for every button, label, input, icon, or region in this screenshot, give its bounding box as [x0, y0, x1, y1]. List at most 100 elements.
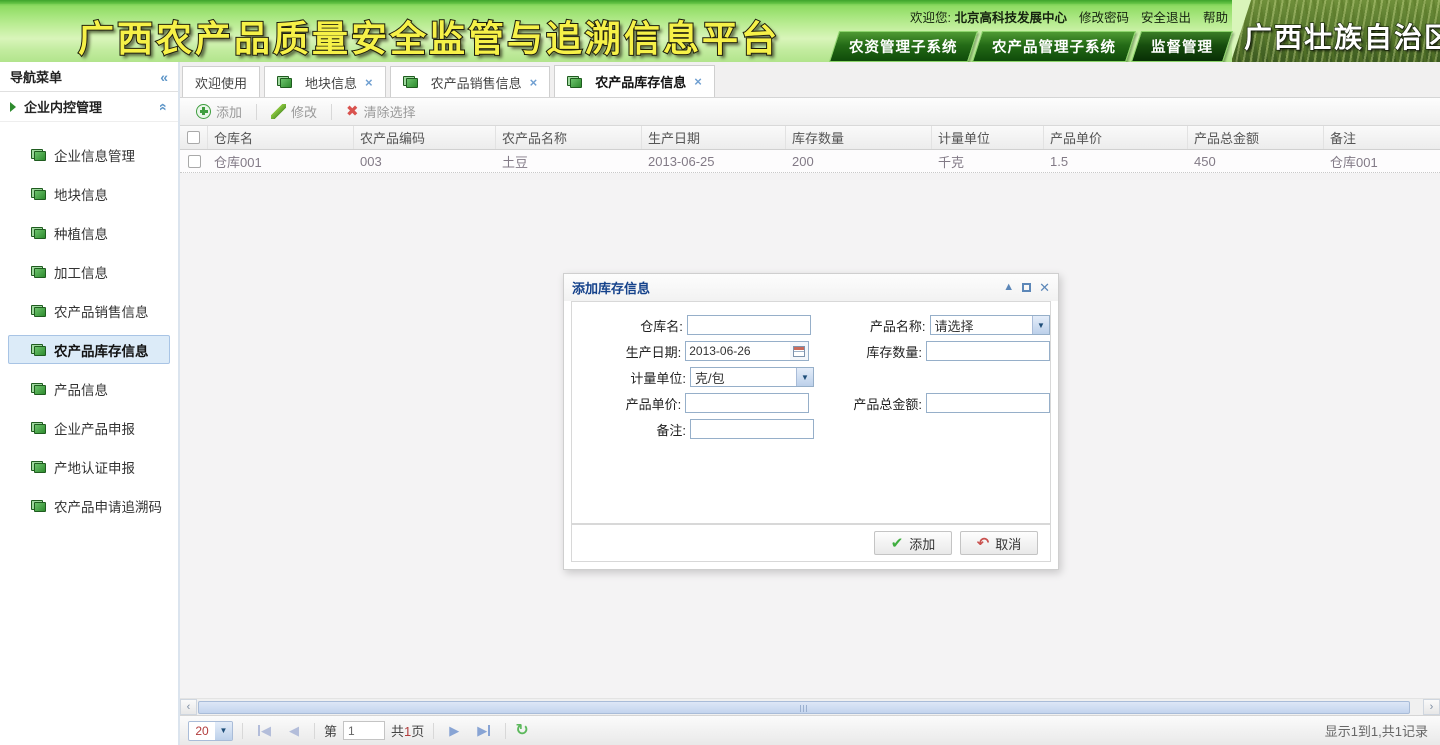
page-total-label: 共1页: [391, 721, 424, 740]
row-checkbox[interactable]: [188, 155, 201, 168]
tab-sales-info[interactable]: 农产品销售信息×: [390, 66, 551, 97]
column-header[interactable]: 计量单位: [932, 126, 1044, 149]
cell-warehouse: 仓库001: [208, 150, 354, 172]
tab-plot-info[interactable]: 地块信息×: [264, 66, 386, 97]
form-row: 备注:: [572, 416, 1050, 442]
calendar-button[interactable]: [790, 342, 808, 360]
collapse-icon[interactable]: ▲: [1003, 282, 1014, 293]
column-header[interactable]: 农产品名称: [496, 126, 642, 149]
sidebar-item-plot-info[interactable]: 地块信息: [8, 179, 170, 208]
maximize-icon[interactable]: [1022, 283, 1031, 292]
warehouse-input[interactable]: [687, 315, 811, 335]
refresh-icon[interactable]: ↻: [515, 723, 528, 739]
pagination-separator: [242, 723, 243, 739]
unit-select[interactable]: 克/包 ▼: [690, 367, 814, 387]
product-name-select[interactable]: 请选择 ▼: [930, 315, 1051, 335]
page-size-select[interactable]: 20 ▼: [188, 721, 233, 741]
scroll-right-button[interactable]: ›: [1423, 699, 1440, 715]
column-header[interactable]: 产品单价: [1044, 126, 1188, 149]
change-password-link[interactable]: 修改密码: [1079, 7, 1129, 26]
prev-page-button[interactable]: ◀: [283, 723, 305, 739]
add-icon: [196, 104, 211, 119]
sidebar-item-planting-info[interactable]: 种植信息: [8, 218, 170, 247]
nav-button-supervision[interactable]: 监督管理: [1131, 31, 1233, 62]
price-input[interactable]: [685, 393, 809, 413]
undo-arrow-icon: ↶: [977, 534, 990, 552]
add-button[interactable]: 添加: [186, 101, 252, 123]
edit-button[interactable]: 修改: [261, 101, 327, 123]
folder-icon: [31, 461, 46, 473]
close-icon[interactable]: ×: [365, 75, 373, 90]
column-header[interactable]: 生产日期: [642, 126, 786, 149]
sidebar-section-internal-control[interactable]: 企业内控管理 «: [0, 92, 178, 122]
sidebar-item-enterprise-info[interactable]: 企业信息管理: [8, 140, 170, 169]
wheat-field-banner: 广西壮族自治区: [1232, 0, 1440, 62]
logout-link[interactable]: 安全退出: [1141, 7, 1191, 26]
clear-selection-button[interactable]: ✖清除选择: [336, 101, 426, 123]
cell-product-name: 土豆: [496, 150, 642, 172]
prod-date-label: 生产日期:: [578, 342, 681, 361]
chevron-down-icon: ▼: [796, 368, 813, 386]
nav-button-agri-materials[interactable]: 农资管理子系统: [828, 31, 977, 62]
sidebar-item-sales-info[interactable]: 农产品销售信息: [8, 296, 170, 325]
triangle-right-icon: [10, 102, 16, 112]
table-row[interactable]: 仓库001 003 土豆 2013-06-25 200 千克 1.5 450 仓…: [180, 150, 1440, 173]
prod-date-input[interactable]: [686, 342, 790, 360]
product-select-value: 请选择: [931, 316, 1033, 334]
tab-welcome[interactable]: 欢迎使用: [182, 66, 260, 97]
page-size-value: 20: [189, 722, 215, 740]
prod-date-field[interactable]: [685, 341, 809, 361]
close-icon[interactable]: ✕: [1039, 282, 1050, 293]
help-link[interactable]: 帮助: [1203, 7, 1228, 26]
next-page-button[interactable]: ▶: [443, 723, 465, 739]
cell-unit: 千克: [932, 150, 1044, 172]
close-icon[interactable]: ×: [530, 75, 538, 90]
nav-button-agri-products[interactable]: 农产品管理子系统: [972, 31, 1136, 62]
folder-icon: [567, 76, 582, 88]
section-collapse-icon[interactable]: «: [160, 99, 168, 115]
sidebar-item-product-declare[interactable]: 企业产品申报: [8, 413, 170, 442]
qty-input[interactable]: [926, 341, 1050, 361]
last-page-button[interactable]: ▶: [471, 723, 496, 739]
sidebar-item-processing-info[interactable]: 加工信息: [8, 257, 170, 286]
qty-label: 库存数量:: [809, 342, 922, 361]
warehouse-label: 仓库名:: [578, 316, 683, 335]
column-header[interactable]: 农产品编码: [354, 126, 496, 149]
remark-label: 备注:: [578, 420, 686, 439]
column-header[interactable]: 库存数量: [786, 126, 932, 149]
folder-icon: [31, 344, 46, 356]
sidebar-item-trace-code[interactable]: 农产品申请追溯码: [8, 491, 170, 520]
chevron-down-icon: ▼: [1032, 316, 1049, 334]
scroll-left-button[interactable]: ‹: [180, 699, 197, 715]
select-all-checkbox[interactable]: [187, 131, 200, 144]
dialog-add-button[interactable]: ✔添加: [874, 531, 952, 555]
column-header[interactable]: 产品总金额: [1188, 126, 1324, 149]
form-row: 生产日期: 库存数量:: [572, 338, 1050, 364]
header-right: 欢迎您: 北京高科技发展中心 修改密码 安全退出 帮助 农资管理子系统 农产品管…: [834, 7, 1229, 62]
sidebar-collapse-icon[interactable]: «: [160, 69, 168, 85]
sidebar-item-inventory-info[interactable]: 农产品库存信息: [8, 335, 170, 364]
price-label: 产品单价:: [578, 394, 681, 413]
column-header[interactable]: 仓库名: [208, 126, 354, 149]
unit-select-value: 克/包: [691, 368, 796, 386]
tab-inventory-info[interactable]: 农产品库存信息×: [554, 65, 715, 97]
dialog-cancel-button[interactable]: ↶取消: [960, 531, 1038, 555]
page-number-input[interactable]: [343, 721, 385, 740]
total-amount-input[interactable]: [926, 393, 1050, 413]
column-header[interactable]: 备注: [1324, 126, 1440, 149]
scrollbar-thumb[interactable]: [198, 701, 1410, 714]
remark-input[interactable]: [690, 419, 814, 439]
sidebar-item-product-info[interactable]: 产品信息: [8, 374, 170, 403]
scrollbar-track[interactable]: [197, 700, 1423, 715]
pagination-bar: 20 ▼ ◀ ◀ 第 共1页 ▶ ▶ ↻ 显示1到1,共1记录: [180, 715, 1440, 745]
cell-total: 450: [1188, 150, 1324, 172]
sidebar-item-origin-cert[interactable]: 产地认证申报: [8, 452, 170, 481]
pagination-separator: [433, 723, 434, 739]
folder-icon: [31, 149, 46, 161]
dialog-titlebar[interactable]: 添加库存信息 ▲ ✕: [564, 274, 1058, 301]
grid-toolbar: 添加 修改 ✖清除选择: [180, 98, 1440, 126]
toolbar-separator: [331, 104, 332, 120]
first-page-button[interactable]: ◀: [252, 723, 277, 739]
calendar-icon: [793, 346, 805, 357]
close-icon[interactable]: ×: [694, 74, 702, 89]
